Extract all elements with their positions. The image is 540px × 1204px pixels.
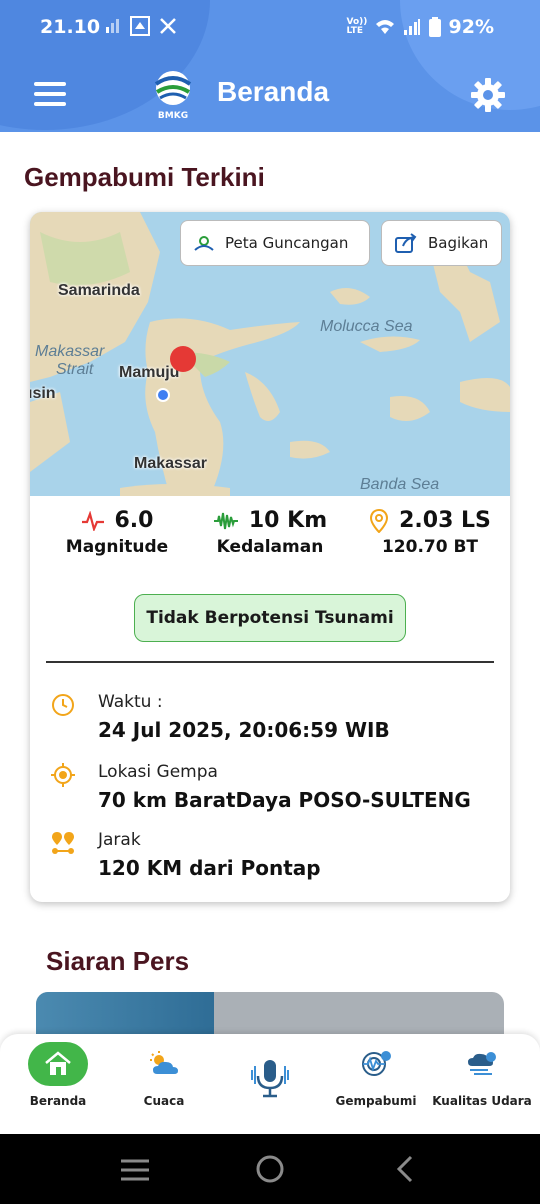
bottom-navigation: Beranda Cuaca Gempabumi Kualitas Udara [0,1034,540,1134]
seismograph-icon [213,512,238,529]
pulse-icon [81,510,104,531]
nav-earthquake[interactable]: Gempabumi [322,1042,430,1108]
shake-map-label: Peta Guncangan [225,234,349,252]
depth-stat: 10 Km Kedalaman [205,508,335,557]
nav-earthquake-label: Gempabumi [335,1094,417,1108]
section-title-press-release: Siaran Pers [46,946,190,976]
status-bar: 21.10 Vo)) LTE 92% [0,14,540,42]
system-navigation-bar [0,1134,540,1204]
location-label: Lokasi Gempa [98,762,218,782]
menu-icon [34,82,66,86]
nav-home-label: Beranda [29,1094,87,1108]
share-icon [395,233,417,253]
settings-button[interactable] [470,77,506,113]
nav-home[interactable]: Beranda [4,1042,112,1108]
share-label: Bagikan [428,234,489,252]
coordinates-stat: 2.03 LS 120.70 BT [360,508,500,557]
earthquake-icon [362,1051,391,1076]
home-circle-icon[interactable] [255,1154,285,1184]
distance-value: 120 KM dari Pontap [98,856,321,880]
clock-icon [52,694,74,716]
map-label-molucca-sea: Molucca Sea [320,318,413,335]
bmkg-notification-icon [130,16,150,36]
back-icon[interactable] [394,1154,416,1184]
air-quality-icon [468,1052,496,1075]
depth-label: Kedalaman [216,537,324,557]
divider [46,661,494,663]
logo-text: BMKG [157,111,189,121]
wifi-icon [375,20,394,34]
status-notification-icons [104,16,178,36]
user-location-marker [156,388,170,402]
magnitude-value: 6.0 [114,508,154,533]
gear-icon [471,78,505,112]
status-time: 21.10 [40,16,101,38]
bmkg-logo-icon [154,71,192,105]
battery-level: 92% [448,16,494,38]
nav-weather-label: Cuaca [143,1094,185,1108]
distance-label: Jarak [98,830,141,850]
nav-weather[interactable]: Cuaca [110,1042,218,1108]
status-system-icons: Vo)) LTE 92% [347,16,494,38]
map-label-strait: Strait [56,361,94,378]
target-icon [51,763,75,787]
route-pins-icon [52,832,74,854]
map-label-makassar: Makassar [134,455,207,472]
battery-icon [428,17,441,37]
epicenter-marker [170,346,196,372]
section-title-latest-earthquake: Gempabumi Terkini [24,162,265,192]
cloud-sun-icon [150,1051,178,1074]
earthquake-map[interactable]: Samarinda Makassar Strait Mamuju ısin Ma… [30,212,510,496]
home-icon [45,1051,71,1075]
signal-off-icon [106,19,119,33]
volte-icon: Vo)) LTE [346,17,368,36]
magnitude-stat: 6.0 Magnitude [52,508,182,557]
recent-apps-icon[interactable] [119,1158,151,1182]
menu-button[interactable] [34,82,66,106]
earthquake-card[interactable]: Samarinda Makassar Strait Mamuju ısin Ma… [30,212,510,902]
nav-air-quality-label: Kualitas Udara [432,1094,532,1108]
location-value: 70 km BaratDaya POSO-SULTENG [98,788,471,812]
map-label-sin: ısin [30,385,56,402]
latitude-value: 2.03 LS [399,508,491,533]
depth-value: 10 Km [248,508,328,533]
shake-map-button[interactable]: Peta Guncangan [180,220,370,266]
earthquake-stats: 6.0 Magnitude 10 Km Kedalaman 2.03 LS 12… [30,508,510,568]
map-label-mamuju: Mamuju [119,364,180,381]
bmkg-logo: BMKG [154,70,192,121]
location-pin-icon [370,508,389,533]
map-label-makassar-strait: Makassar [35,343,105,360]
tools-icon [160,18,176,34]
map-label-samarinda: Samarinda [58,282,140,299]
cell-signal-icon [403,19,420,35]
microphone-icon [251,1060,289,1098]
shake-map-icon [194,236,214,251]
time-label: Waktu : [98,692,163,712]
app-header: 21.10 Vo)) LTE 92% BMKG Beranda [0,0,540,132]
nav-voice[interactable] [216,1042,324,1116]
share-button[interactable]: Bagikan [381,220,502,266]
map-label-banda-sea: Banda Sea [360,476,440,493]
magnitude-label: Magnitude [65,537,169,557]
page-title: Beranda [217,76,330,107]
longitude-value: 120.70 BT [381,537,479,557]
time-value: 24 Jul 2025, 20:06:59 WIB [98,718,390,742]
tsunami-status-badge: Tidak Berpotensi Tsunami [134,594,406,642]
nav-air-quality[interactable]: Kualitas Udara [428,1042,536,1108]
